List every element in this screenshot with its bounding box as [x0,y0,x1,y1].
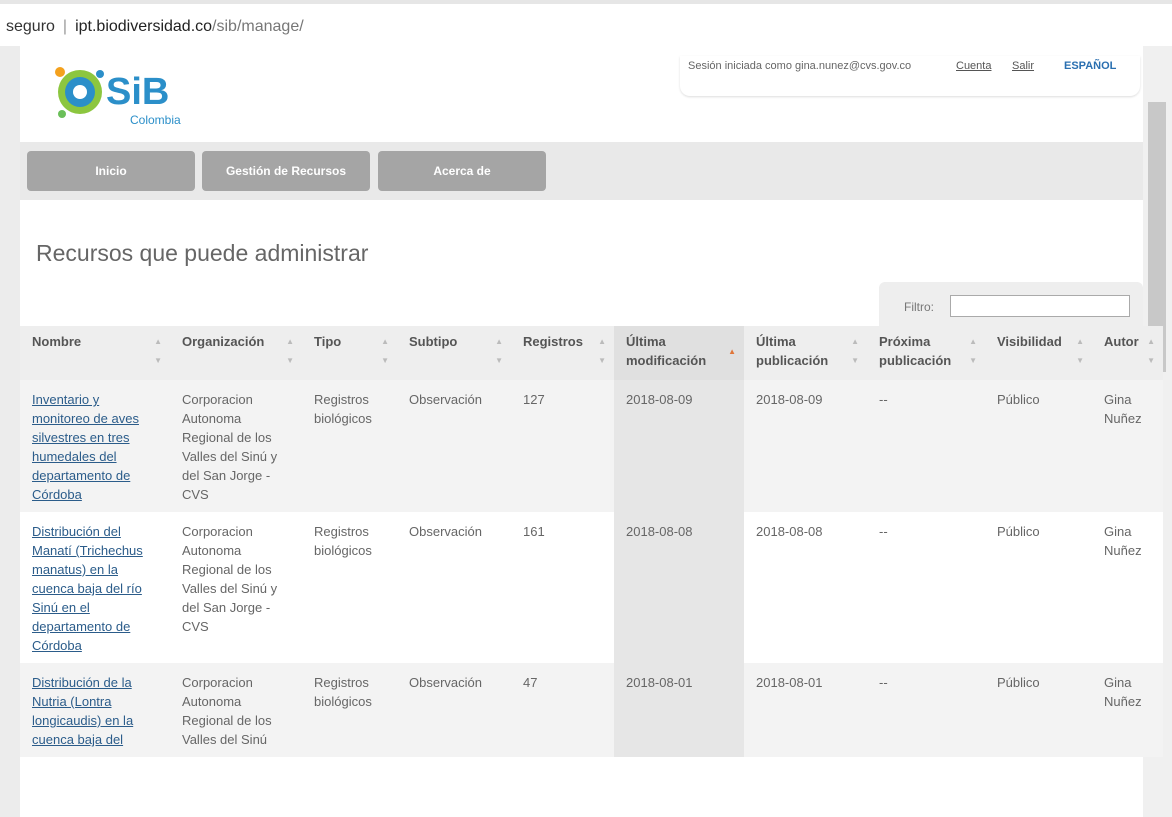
page-left-edge [0,46,20,817]
column-header-label: Próxima publicación [879,334,952,368]
column-header-tipo[interactable]: Tipo ▲ ▼ [302,326,397,380]
nav-inicio[interactable]: Inicio [27,151,195,191]
user-bar: Sesión iniciada como gina.nunez@cvs.gov.… [680,56,1140,96]
column-header-label: Autor [1104,334,1139,349]
column-header-label: Organización [182,334,265,349]
logo-subtext: Colombia [130,113,181,127]
table-row: Distribución de la Nutria (Lontra longic… [20,663,1163,757]
logout-link[interactable]: Salir [1012,60,1034,72]
cell-subtipo: Observación [397,512,511,663]
resource-link[interactable]: Inventario y monitoreo de aves silvestre… [32,392,139,502]
cell-proxima-publicacion: -- [867,380,985,512]
cell-nombre: Distribución del Manatí (Trichechus mana… [20,512,170,663]
column-header-label: Nombre [32,334,82,349]
column-header-label: Subtipo [409,334,458,349]
resource-link[interactable]: Distribución de la Nutria (Lontra longic… [32,675,133,747]
column-header-proxima-publicacion[interactable]: Próxima publicación ▲ ▼ [867,326,985,380]
cell-autor: Gina Nuñez [1092,380,1163,512]
cell-ultima-modificacion: 2018-08-09 [614,380,744,512]
sort-icon: ▲ ▼ [286,337,294,365]
language-selector[interactable]: ESPAÑOL [1064,60,1116,72]
cell-ultima-publicacion: 2018-08-09 [744,380,867,512]
column-header-label: Registros [523,334,583,349]
main-nav: Inicio Gestión de Recursos Acerca de [20,142,1143,200]
session-text: Sesión iniciada como gina.nunez@cvs.gov.… [688,60,912,72]
sort-icon: ▲ ▼ [969,337,977,365]
cell-tipo: Registros biológicos [302,663,397,757]
url-path: /sib/manage/ [212,18,304,35]
sib-logo[interactable]: SiB Colombia [42,52,202,132]
sort-icon: ▲ ▼ [1076,337,1084,365]
nav-acerca-de[interactable]: Acerca de [378,151,546,191]
sort-icon: ▲ ▼ [851,337,859,365]
cell-proxima-publicacion: -- [867,663,985,757]
cell-organizacion: Corporacion Autonoma Regional de los Val… [170,663,302,757]
table-row: Distribución del Manatí (Trichechus mana… [20,512,1163,663]
cell-subtipo: Observación [397,663,511,757]
sort-ascending-icon: ▲ [728,347,736,356]
sort-icon: ▲ ▼ [598,337,606,365]
security-label: seguro [6,18,55,35]
cell-registros: 161 [511,512,614,663]
column-header-visibilidad[interactable]: Visibilidad ▲ ▼ [985,326,1092,380]
cell-nombre: Distribución de la Nutria (Lontra longic… [20,663,170,757]
column-header-label: Última publicación [756,334,829,368]
column-header-label: Tipo [314,334,342,349]
cell-visibilidad: Público [985,663,1092,757]
cell-tipo: Registros biológicos [302,380,397,512]
cell-organizacion: Corporacion Autonoma Regional de los Val… [170,380,302,512]
cell-ultima-publicacion: 2018-08-08 [744,512,867,663]
resources-table: Nombre ▲ ▼ Organización ▲ ▼ Tipo ▲ ▼ Subtipo ▲ ▼… [20,326,1163,757]
url-text[interactable]: seguro | ipt.biodiversidad.co/sib/manage/ [6,18,304,36]
page-title: Recursos que puede administrar [36,240,369,266]
resource-link[interactable]: Distribución del Manatí (Trichechus mana… [32,524,143,653]
sort-icon: ▲ ▼ [154,337,162,365]
sort-icon: ▲ ▼ [495,337,503,365]
cell-subtipo: Observación [397,380,511,512]
cell-ultima-modificacion: 2018-08-01 [614,663,744,757]
cell-autor: Gina Nuñez [1092,663,1163,757]
cell-tipo: Registros biológicos [302,512,397,663]
site-header: SiB Colombia Sesión iniciada como gina.n… [20,46,1143,142]
cell-ultima-publicacion: 2018-08-01 [744,663,867,757]
logo-text: SiB [106,71,169,113]
cell-registros: 127 [511,380,614,512]
column-header-ultima-publicacion[interactable]: Última publicación ▲ ▼ [744,326,867,380]
sort-icon: ▲ ▼ [381,337,389,365]
url-host: ipt.biodiversidad.co [75,18,213,35]
filter-box: Filtro: [879,282,1143,326]
cell-ultima-modificacion: 2018-08-08 [614,512,744,663]
table-header-row: Nombre ▲ ▼ Organización ▲ ▼ Tipo ▲ ▼ Subtipo ▲ ▼… [20,326,1163,380]
cell-registros: 47 [511,663,614,757]
nav-gestion-recursos[interactable]: Gestión de Recursos [202,151,370,191]
filter-label: Filtro: [904,300,934,314]
column-header-label: Última modificación [626,334,707,368]
cell-visibilidad: Público [985,380,1092,512]
browser-address-bar[interactable]: seguro | ipt.biodiversidad.co/sib/manage/ [0,0,1172,49]
column-header-ultima-modificacion[interactable]: Última modificación ▲ [614,326,744,380]
cell-organizacion: Corporacion Autonoma Regional de los Val… [170,512,302,663]
column-header-nombre[interactable]: Nombre ▲ ▼ [20,326,170,380]
column-header-organizacion[interactable]: Organización ▲ ▼ [170,326,302,380]
url-separator: | [62,18,68,35]
cell-visibilidad: Público [985,512,1092,663]
column-header-registros[interactable]: Registros ▲ ▼ [511,326,614,380]
table-row: Inventario y monitoreo de aves silvestre… [20,380,1163,512]
filter-input[interactable] [950,295,1130,317]
column-header-subtipo[interactable]: Subtipo ▲ ▼ [397,326,511,380]
column-header-label: Visibilidad [997,334,1062,349]
cell-proxima-publicacion: -- [867,512,985,663]
cell-autor: Gina Nuñez [1092,512,1163,663]
sort-icon: ▲ ▼ [1147,337,1155,365]
cell-nombre: Inventario y monitoreo de aves silvestre… [20,380,170,512]
account-link[interactable]: Cuenta [956,60,991,72]
column-header-autor[interactable]: Autor ▲ ▼ [1092,326,1163,380]
